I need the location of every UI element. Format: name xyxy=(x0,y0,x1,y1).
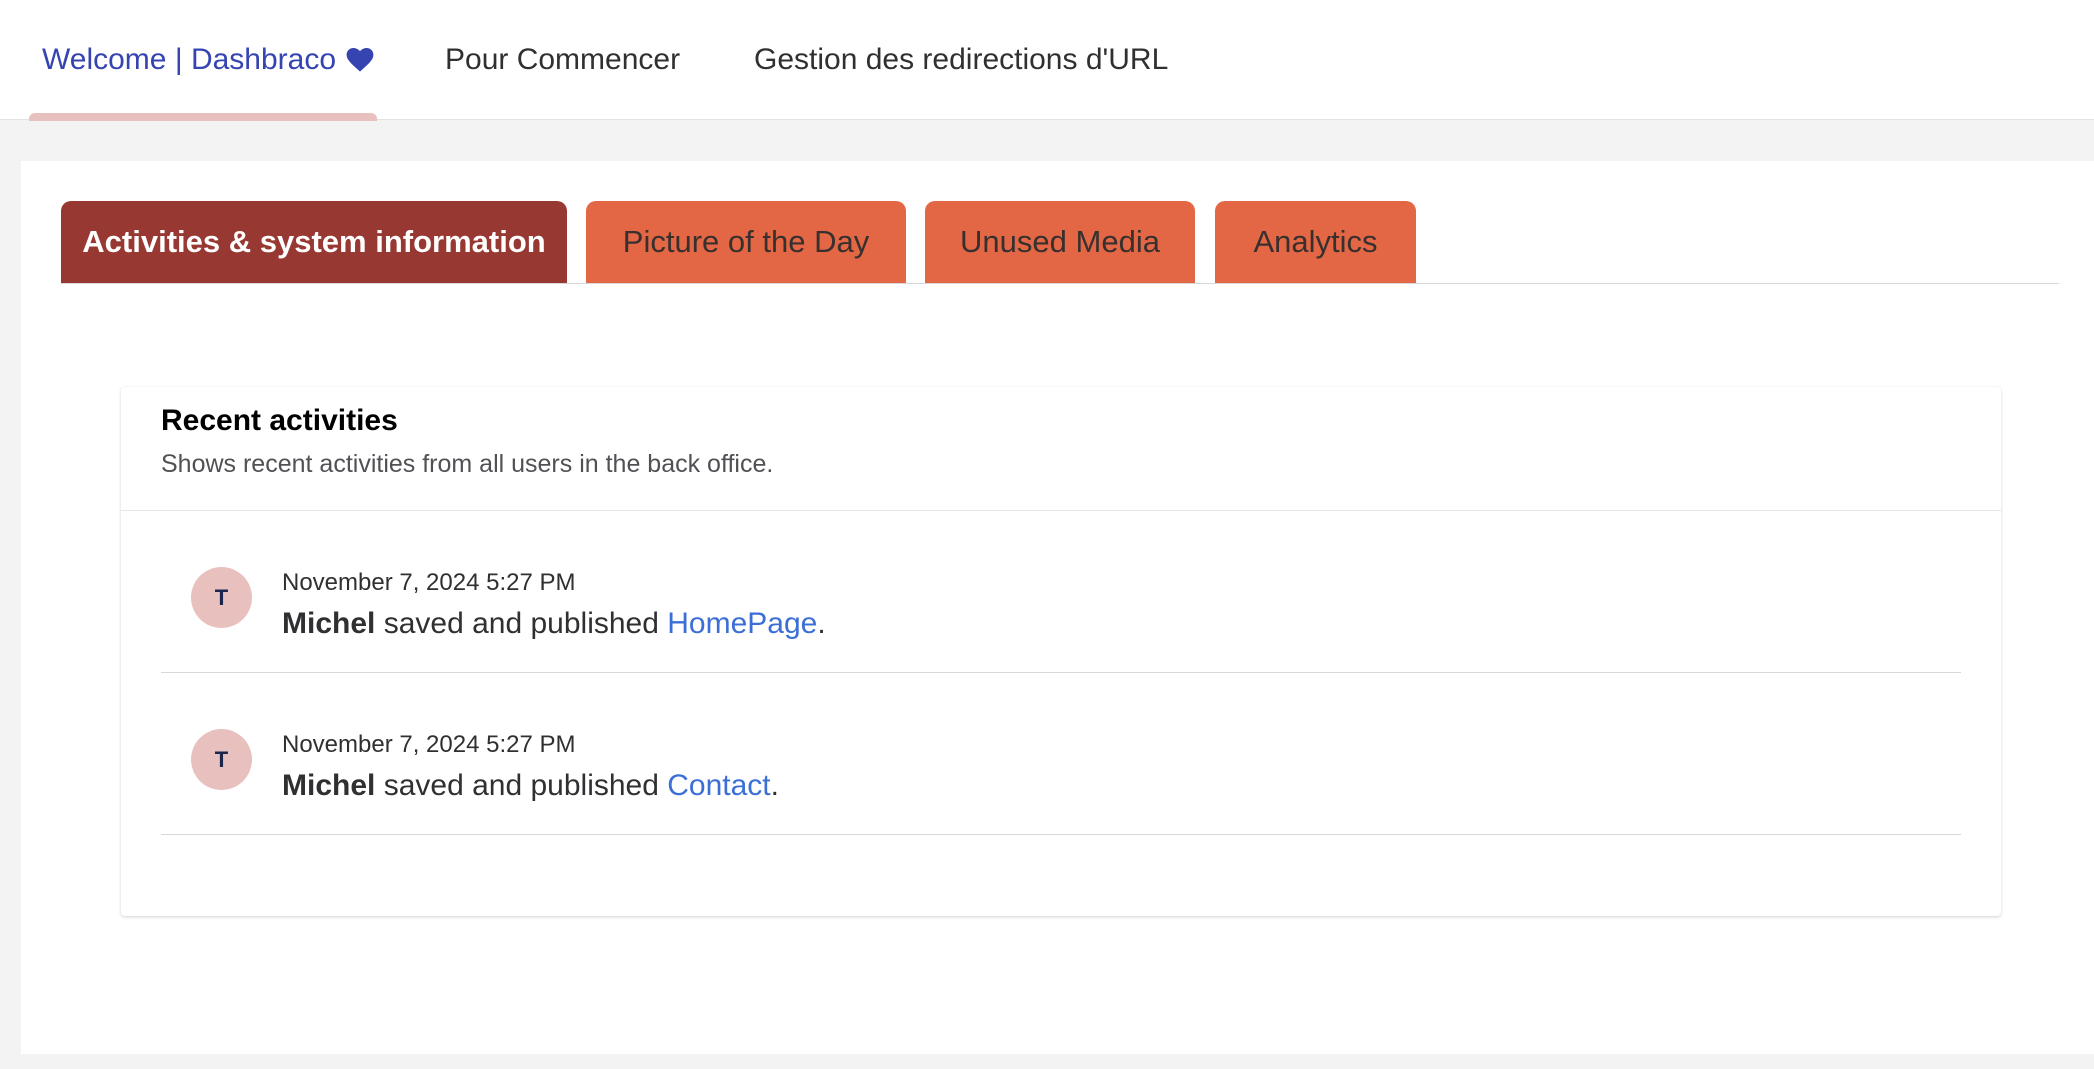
active-tab-indicator xyxy=(29,113,377,121)
activity-user: Michel xyxy=(282,769,376,802)
activity-target-link[interactable]: Contact xyxy=(667,769,770,802)
activity-description: Michel saved and published Contact. xyxy=(282,769,779,803)
activity-item: T November 7, 2024 5:27 PM Michel saved … xyxy=(161,673,1961,835)
activity-end: . xyxy=(817,607,826,640)
avatar: T xyxy=(191,729,252,790)
tab-label: Activities & system information xyxy=(82,224,546,259)
tab-label: Picture of the Day xyxy=(622,224,870,259)
top-tab-label: Pour Commencer xyxy=(445,43,681,76)
card-title: Recent activities xyxy=(161,404,398,437)
avatar: T xyxy=(191,567,252,628)
top-tab-pour-commencer[interactable]: Pour Commencer xyxy=(445,0,680,120)
activity-timestamp: November 7, 2024 5:27 PM xyxy=(282,569,576,596)
top-tab-gestion-redirections[interactable]: Gestion des redirections d'URL xyxy=(754,0,1168,120)
activity-description: Michel saved and published HomePage. xyxy=(282,607,826,641)
recent-activities-card: Recent activities Shows recent activitie… xyxy=(121,387,2001,916)
activity-user: Michel xyxy=(282,607,376,640)
tab-analytics[interactable]: Analytics xyxy=(1215,201,1416,283)
heart-icon xyxy=(346,47,374,72)
top-tab-label: Gestion des redirections d'URL xyxy=(754,43,1169,76)
top-tab-welcome-dashbraco[interactable]: Welcome | Dashbraco xyxy=(42,0,374,120)
tab-activities-system-information[interactable]: Activities & system information xyxy=(61,201,567,283)
tab-label: Unused Media xyxy=(960,224,1160,259)
card-header: Recent activities Shows recent activitie… xyxy=(121,387,2001,511)
top-tab-label: Welcome | Dashbraco xyxy=(42,43,337,76)
activity-action: saved and published xyxy=(375,607,668,640)
activity-action: saved and published xyxy=(375,769,668,802)
activity-end: . xyxy=(770,769,779,802)
dashboard-inner-tabs: Activities & system information Picture … xyxy=(61,201,2059,284)
tab-picture-of-the-day[interactable]: Picture of the Day xyxy=(586,201,906,283)
card-subtitle: Shows recent activities from all users i… xyxy=(161,450,774,478)
activity-target-link[interactable]: HomePage xyxy=(667,607,817,640)
tab-unused-media[interactable]: Unused Media xyxy=(925,201,1195,283)
tab-label: Analytics xyxy=(1253,224,1378,259)
dashboard-panel: Activities & system information Picture … xyxy=(21,161,2094,1054)
activity-item: T November 7, 2024 5:27 PM Michel saved … xyxy=(161,511,1961,673)
activity-timestamp: November 7, 2024 5:27 PM xyxy=(282,731,576,758)
dashboard-top-tabs: Welcome | Dashbraco Pour Commencer Gesti… xyxy=(0,0,2094,121)
